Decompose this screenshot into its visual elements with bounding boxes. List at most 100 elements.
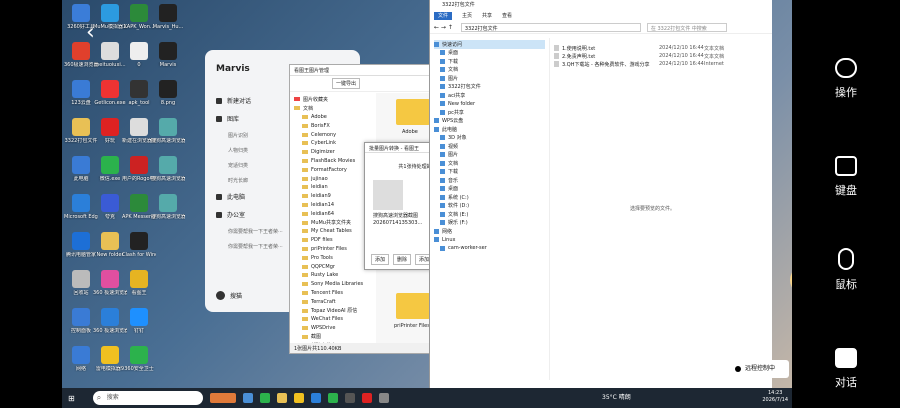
mouse-button[interactable]: 鼠标 <box>820 248 872 292</box>
nav-item[interactable]: 此电脑 <box>434 125 545 134</box>
export-button[interactable]: 一键导出 <box>332 78 361 89</box>
desktop-icon[interactable]: 钉钉 <box>122 308 156 334</box>
nav-item[interactable]: WPS云盘 <box>434 117 545 126</box>
app-icon[interactable] <box>378 393 389 403</box>
tree-folder[interactable]: leidian9 <box>294 192 368 201</box>
taskbar-clock[interactable]: 14:23 2026/7/14 <box>762 390 788 404</box>
nav-arrows-icon[interactable]: ← → ↑ <box>434 24 453 31</box>
app-icon[interactable] <box>259 393 270 403</box>
app-icon[interactable] <box>242 393 253 403</box>
nav-item[interactable]: 文档 <box>434 66 545 75</box>
desktop-icon[interactable]: 搜狗高速浏览器2023... <box>151 118 185 144</box>
nav-item[interactable]: 桌面 <box>434 49 545 58</box>
file-row[interactable]: 3.QH下载站 - 各种免费软件、游戏分享 2024/12/10 16:44 Int… <box>554 60 770 68</box>
tree-folder[interactable]: leidian <box>294 183 368 192</box>
tree-folder[interactable]: WeChat Files <box>294 315 368 324</box>
chat-button[interactable]: 对话 <box>820 348 872 390</box>
tree-folder[interactable]: Adobe <box>294 113 368 122</box>
file-row[interactable]: 1.使用说明.txt 2024/12/10 16:44 文本文档 <box>554 44 770 52</box>
edge-icon[interactable] <box>310 393 321 403</box>
tree-folder[interactable]: CyberLink <box>294 139 368 148</box>
windows-start-icon[interactable]: ⊞ <box>68 394 75 403</box>
user-profile[interactable]: 搜猫 <box>216 291 242 300</box>
nav-item[interactable]: aci共享 <box>434 91 545 100</box>
desktop-icon[interactable]: 看图王 <box>122 270 156 296</box>
nav-item[interactable]: 文档 (E:) <box>434 210 545 219</box>
nav-item[interactable]: 软件 (D:) <box>434 202 545 211</box>
nav-item[interactable]: 桌面 <box>434 185 545 194</box>
nav-item[interactable]: 图片 <box>434 151 545 160</box>
tree-folder[interactable]: TerraCraft <box>294 297 368 306</box>
nav-item[interactable]: 快速访问 <box>434 40 545 49</box>
menu-view[interactable]: 查看 <box>502 12 512 20</box>
remote-control-badge[interactable]: 远程控制中 <box>731 360 789 378</box>
nav-item[interactable]: 视频 <box>434 142 545 151</box>
tree-folder[interactable]: Sony Media Libraries <box>294 280 368 289</box>
tree-folder[interactable]: jujinao <box>294 174 368 183</box>
nav-item[interactable]: 系统 (C:) <box>434 193 545 202</box>
tree-folder[interactable]: QQPCMgr <box>294 262 368 271</box>
tree-folder[interactable]: FormatFactory <box>294 165 368 174</box>
nav-item[interactable]: 网络 <box>434 227 545 236</box>
add-button[interactable]: 添加 <box>371 254 390 265</box>
tree-folder[interactable]: leidian64 <box>294 209 368 218</box>
folder-icon[interactable] <box>276 393 287 403</box>
nav-item[interactable]: 文档 <box>434 159 545 168</box>
settings-button[interactable]: 操作 <box>820 58 872 100</box>
folder-thumb[interactable] <box>396 99 430 125</box>
tree-root[interactable]: 图片收藏夹 <box>294 95 368 104</box>
nav-item[interactable]: Linux <box>434 236 545 245</box>
app-icon <box>101 308 119 326</box>
tree-folder[interactable]: BorisFX <box>294 121 368 130</box>
desktop-icon[interactable]: 搜狗高速浏览器2023... <box>151 194 185 220</box>
nav-item[interactable]: 娱乐 (F:) <box>434 219 545 228</box>
desktop-icon[interactable]: Marvis_Hu... <box>151 4 185 30</box>
tree-folder[interactable]: PDF files <box>294 236 368 245</box>
nav-item[interactable]: 图片 <box>434 74 545 83</box>
tree-folder[interactable]: WPSDrive <box>294 324 368 333</box>
nav-item[interactable]: 音乐 <box>434 176 545 185</box>
tree-folder[interactable]: Topaz VideoAI 原信 <box>294 306 368 315</box>
menu-share[interactable]: 共享 <box>482 12 492 20</box>
nav-item[interactable]: 3322打包文件 <box>434 83 545 92</box>
app-icon[interactable] <box>361 393 372 403</box>
delete-button[interactable]: 删除 <box>393 254 412 265</box>
search-input[interactable]: 在 3322打包文件 中搜索 <box>646 23 727 32</box>
taskbar-search[interactable]: 搜索 <box>92 391 203 405</box>
tree-folder[interactable]: Celemony <box>294 130 368 139</box>
app-icon[interactable] <box>293 393 304 403</box>
keyboard-button[interactable]: 键盘 <box>820 156 872 198</box>
tree-folder[interactable]: Digimizer <box>294 148 368 157</box>
folder-thumb[interactable] <box>396 293 430 319</box>
desktop-icon[interactable]: 360安全卫士 <box>122 346 156 372</box>
tree-folder[interactable]: 截图 <box>294 333 368 342</box>
menu-home[interactable]: 主页 <box>462 12 472 20</box>
wechat-icon[interactable] <box>327 393 338 403</box>
desktop-icon[interactable]: 搜狗高速浏览器2023... <box>151 156 185 182</box>
nav-item[interactable]: 下载 <box>434 168 545 177</box>
tree-folder[interactable]: FlashBack Movies <box>294 157 368 166</box>
tree-folder[interactable]: MuMu共享文件夹 <box>294 218 368 227</box>
tree-folder[interactable]: Pro Tools <box>294 253 368 262</box>
tree-folder[interactable]: Tencent Files <box>294 289 368 298</box>
desktop-icon[interactable]: 8.png <box>151 80 185 106</box>
image-thumbnail[interactable] <box>373 180 403 210</box>
tree-folder[interactable]: priPrinter Files <box>294 245 368 254</box>
taskbar-widget-icon[interactable] <box>209 393 236 403</box>
nav-item[interactable]: 3D 对象 <box>434 134 545 143</box>
desktop-icon[interactable]: Clash for Windows... <box>122 232 156 258</box>
tree-doc[interactable]: 文档 <box>294 104 368 113</box>
address-bar[interactable]: 3322打包文件 <box>460 23 641 32</box>
desktop-icon[interactable]: Marvis <box>151 42 185 68</box>
nav-item[interactable]: New folder <box>434 100 545 109</box>
app-icon[interactable] <box>344 393 355 403</box>
nav-item[interactable]: 下载 <box>434 57 545 66</box>
file-row[interactable]: 2.免责声明.txt 2024/12/10 16:44 文本文档 <box>554 52 770 60</box>
tree-folder[interactable]: Rusty Lake <box>294 271 368 280</box>
nav-item[interactable]: cam-worker-ser <box>434 244 545 253</box>
nav-item[interactable]: pc共享 <box>434 108 545 117</box>
tree-folder[interactable]: leidian14 <box>294 201 368 210</box>
menu-file[interactable]: 文件 <box>434 12 453 20</box>
weather-widget[interactable]: 35°C 晴朗 <box>602 392 631 401</box>
tree-folder[interactable]: My Cheat Tables <box>294 227 368 236</box>
